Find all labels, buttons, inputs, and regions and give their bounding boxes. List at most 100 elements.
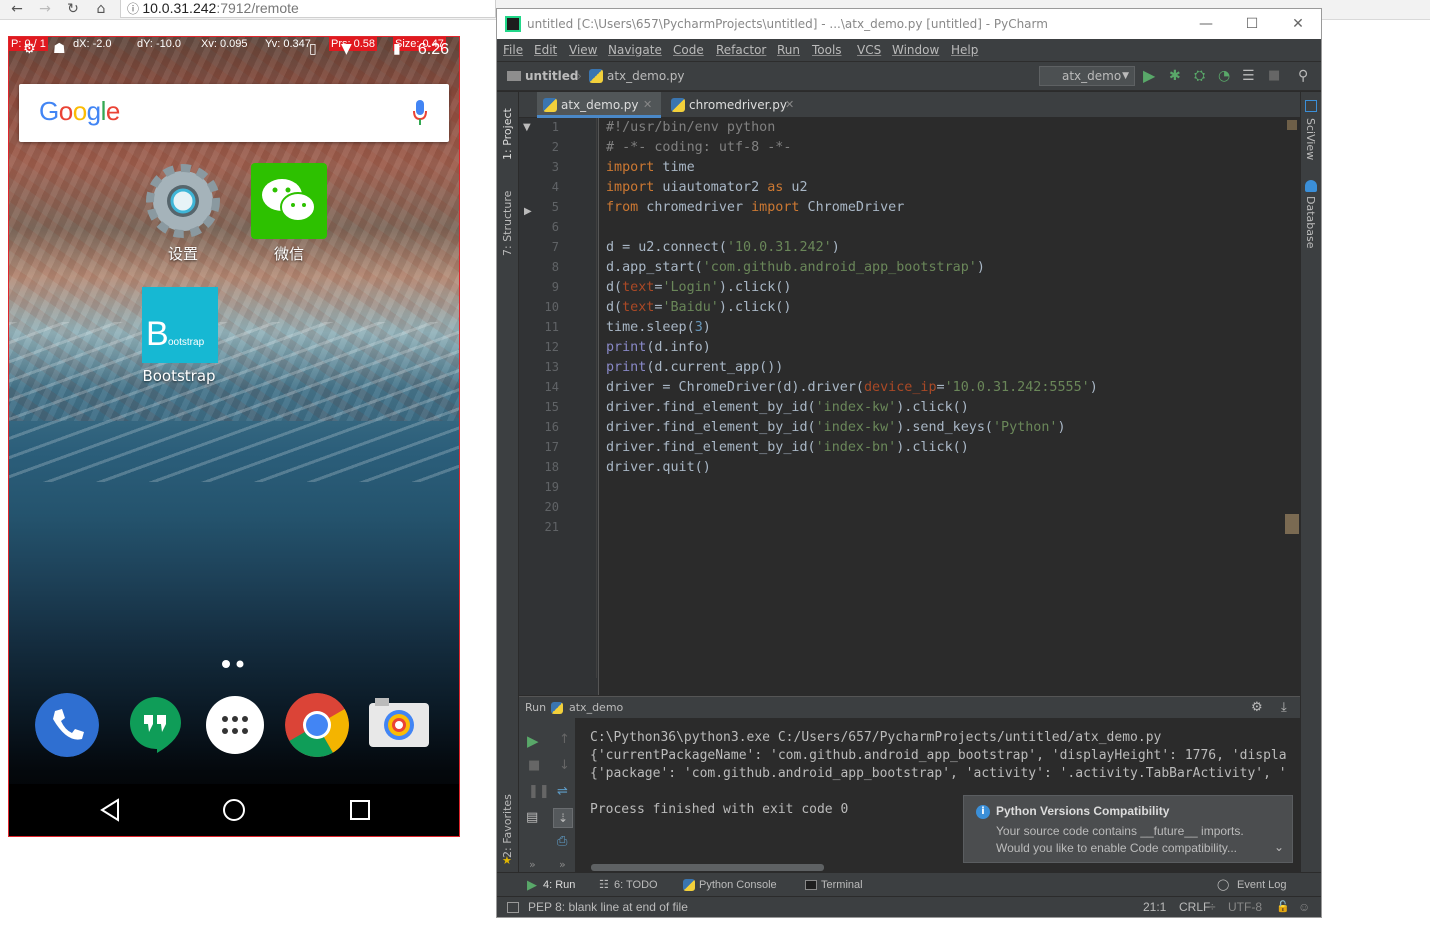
minimize-button[interactable]: — xyxy=(1183,9,1229,39)
menu-edit[interactable]: Edit xyxy=(534,39,557,61)
forward-arrow-icon[interactable]: → xyxy=(36,0,54,18)
wifi-icon: ▼ xyxy=(341,41,352,57)
close-button[interactable]: ✕ xyxy=(1275,9,1321,39)
settings-gear-icon[interactable] xyxy=(145,163,221,239)
menu-vcs[interactable]: VCS xyxy=(857,39,881,61)
gear-icon[interactable]: ⚙ xyxy=(1251,697,1263,719)
breadcrumb-project[interactable]: untitled xyxy=(525,62,579,90)
tab-label: atx_demo.py xyxy=(561,98,639,112)
app-drawer-icon[interactable] xyxy=(203,693,267,757)
tool-favorites[interactable]: 2: Favorites xyxy=(501,794,514,858)
chevron-updown-icon: ÷ xyxy=(1209,900,1216,914)
code-line: driver.find_element_by_id('index-bn').cl… xyxy=(606,440,969,455)
tool-structure[interactable]: 7: Structure xyxy=(501,191,514,256)
battery-icon: ▮ xyxy=(393,41,401,57)
restore-layout-icon[interactable]: ▤ xyxy=(526,810,538,825)
tool-run[interactable]: 4: Run xyxy=(543,873,575,897)
wechat-icon[interactable] xyxy=(251,163,327,239)
menu-code[interactable]: Code xyxy=(673,39,704,61)
google-search-widget[interactable]: Google xyxy=(19,84,449,142)
file-encoding[interactable]: UTF-8 xyxy=(1228,897,1262,918)
run-icon[interactable]: ▶ xyxy=(1143,62,1155,90)
recents-icon[interactable] xyxy=(349,799,371,821)
tab-chromedriver[interactable]: chromedriver.py ✕ xyxy=(665,92,803,118)
menu-file[interactable]: File xyxy=(503,39,523,61)
run-config-name[interactable]: atx_demo xyxy=(569,697,623,719)
home-icon[interactable] xyxy=(221,797,247,823)
todo-icon: ☷ xyxy=(599,879,609,891)
concurrency-icon[interactable]: ☰ xyxy=(1242,62,1255,90)
code-token: = xyxy=(936,380,945,395)
menu-refactor[interactable]: Refactor xyxy=(716,39,766,61)
soft-wrap-icon[interactable]: ⇌ xyxy=(557,784,568,799)
collapse-icon[interactable]: ▼ xyxy=(523,122,531,133)
bootstrap-icon[interactable]: B ootstrap xyxy=(142,287,218,363)
line-number: 12 xyxy=(544,340,559,354)
app-label-bootstrap: Bootstrap xyxy=(142,367,216,385)
maximize-button[interactable]: ☐ xyxy=(1229,9,1275,39)
back-icon[interactable] xyxy=(99,798,121,822)
line-separator[interactable]: CRLF xyxy=(1179,897,1210,918)
notification-line[interactable]: Would you like to enable Code compatibil… xyxy=(996,841,1237,855)
tab-atx-demo[interactable]: atx_demo.py ✕ xyxy=(537,92,661,118)
hangouts-icon[interactable] xyxy=(123,693,187,757)
tool-todo[interactable]: 6: TODO xyxy=(614,873,658,897)
home-icon[interactable]: ⌂ xyxy=(92,0,110,18)
menu-view[interactable]: View xyxy=(569,39,597,61)
run-tool-icon: ▶ xyxy=(527,877,537,892)
expand-icon[interactable]: ▶ xyxy=(524,206,532,217)
tool-database[interactable]: Database xyxy=(1304,196,1317,249)
close-icon[interactable]: ✕ xyxy=(785,92,794,118)
code-line: driver = ChromeDriver(d).driver(device_i… xyxy=(606,380,1098,395)
hide-panel-icon[interactable]: ⤓ xyxy=(1281,697,1287,719)
chevron-down-icon[interactable]: ⌄ xyxy=(1274,840,1284,854)
menu-help[interactable]: Help xyxy=(951,39,978,61)
reload-icon[interactable]: ↻ xyxy=(64,0,82,18)
code-line: d = u2.connect('10.0.31.242') xyxy=(606,240,840,255)
close-icon[interactable]: ✕ xyxy=(643,92,652,118)
lock-icon[interactable]: 🔓 xyxy=(1276,897,1290,918)
code-token: import xyxy=(606,160,655,175)
scroll-to-end-icon[interactable]: ⇣ xyxy=(553,808,573,828)
print-icon[interactable]: ⎙ xyxy=(557,834,567,849)
caret-position[interactable]: 21:1 xyxy=(1143,897,1166,918)
menu-navigate[interactable]: Navigate xyxy=(608,39,662,61)
mic-icon[interactable] xyxy=(413,100,427,126)
more-icon[interactable]: » xyxy=(559,858,566,871)
tool-terminal[interactable]: Terminal xyxy=(821,873,863,897)
rerun-icon[interactable]: ▶ xyxy=(527,732,539,750)
code-token: 'Login' xyxy=(662,280,719,295)
search-icon[interactable]: ⚲ xyxy=(1298,62,1308,90)
code-editor[interactable]: #!/usr/bin/env python # -*- coding: utf-… xyxy=(596,118,1290,782)
back-arrow-icon[interactable]: ← xyxy=(8,0,26,18)
tool-project[interactable]: 1: Project xyxy=(501,108,514,160)
notification-balloon[interactable]: i Python Versions Compatibility Your sou… xyxy=(963,795,1293,863)
profile-icon[interactable]: ◔ xyxy=(1218,62,1230,90)
address-bar[interactable]: ⓘ 10.0.31.242:7912/remote xyxy=(120,0,496,18)
pycharm-window: untitled [C:\Users\657\PycharmProjects\u… xyxy=(496,8,1322,918)
coverage-icon[interactable]: ⛭ xyxy=(1194,62,1205,90)
breadcrumb-file[interactable]: atx_demo.py xyxy=(607,62,685,90)
tool-sciview[interactable]: SciView xyxy=(1304,118,1317,160)
line-number: 17 xyxy=(544,440,559,454)
debug-icon[interactable]: ✱ xyxy=(1169,62,1181,90)
line-number: 7 xyxy=(551,240,559,254)
phone-screen[interactable]: P: 0 / 1 dX: -2.0 dY: -10.0 Xv: 0.095 Yv… xyxy=(8,36,460,837)
toggle-tool-windows-icon[interactable] xyxy=(507,902,519,913)
inspector-icon[interactable]: ☺ xyxy=(1298,897,1310,918)
console-horizontal-scrollbar[interactable] xyxy=(591,864,824,871)
more-icon[interactable]: » xyxy=(529,858,536,871)
tool-event-log[interactable]: Event Log xyxy=(1237,873,1287,897)
scroll-marker[interactable] xyxy=(1285,514,1299,534)
debug-yv: Yv: 0.347 xyxy=(265,38,311,50)
run-config-select[interactable]: atx_demo ▼ xyxy=(1039,66,1135,86)
status-time: 6:26 xyxy=(417,41,449,58)
chrome-icon[interactable] xyxy=(285,693,349,757)
menu-run[interactable]: Run xyxy=(777,39,800,61)
camera-icon[interactable] xyxy=(367,693,431,757)
tool-python-console[interactable]: Python Console xyxy=(699,873,777,897)
menu-tools[interactable]: Tools xyxy=(812,39,842,61)
navigation-bar: untitled › atx_demo.py atx_demo ▼ ▶ ✱ ⛭ ◔… xyxy=(497,61,1321,91)
phone-icon[interactable] xyxy=(35,693,99,757)
menu-window[interactable]: Window xyxy=(892,39,939,61)
